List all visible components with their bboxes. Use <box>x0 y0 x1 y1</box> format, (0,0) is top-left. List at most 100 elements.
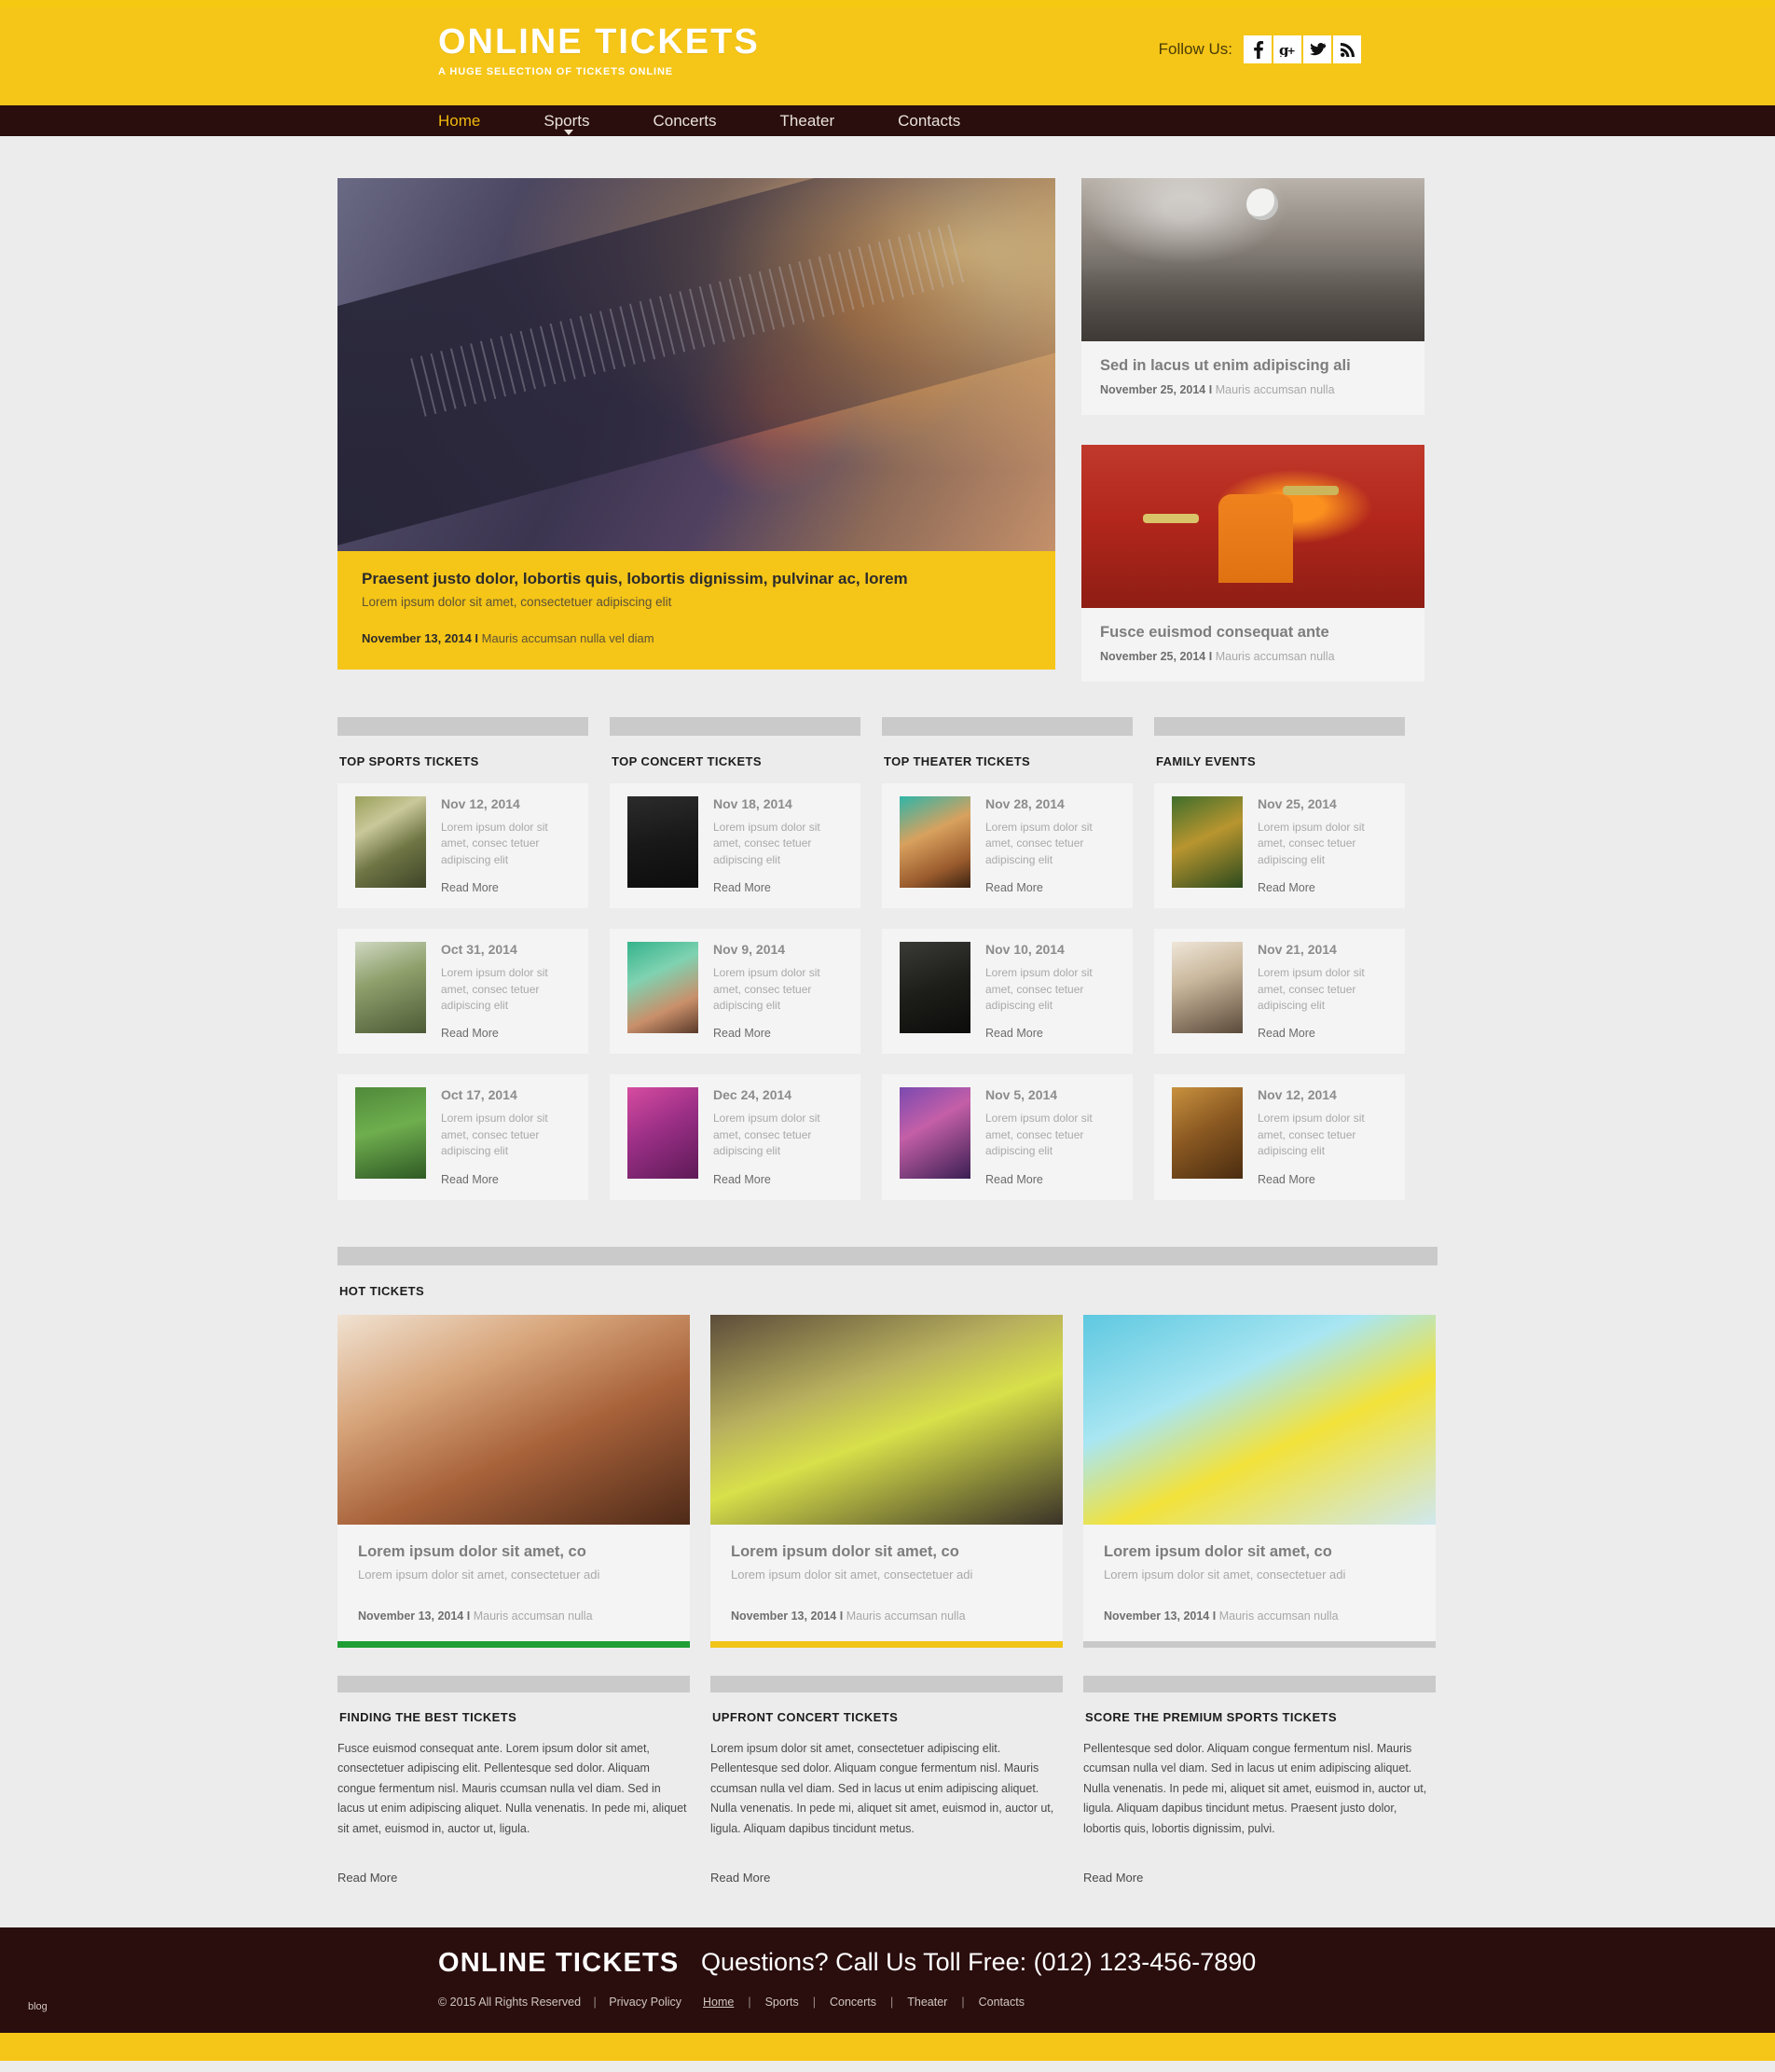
ticket-card[interactable]: Nov 18, 2014 Lorem ipsum dolor sit amet,… <box>610 783 860 909</box>
footer-nav-separator: | <box>812 1996 816 2010</box>
featured-title: Praesent justo dolor, lobortis quis, lob… <box>362 570 908 587</box>
beer-festival-thumb <box>1172 796 1243 888</box>
info-column-upfront-concert-tickets: UPFRONT CONCERT TICKETS Lorem ipsum dolo… <box>710 1675 1063 1885</box>
svg-text:+: + <box>1287 45 1295 57</box>
rss-icon[interactable] <box>1333 35 1361 63</box>
hot-ticket-card[interactable]: Lorem ipsum dolor sit amet, co Lorem ips… <box>710 1314 1063 1648</box>
read-more-link[interactable]: Read More <box>713 881 846 894</box>
masquerade-woman-image <box>337 1314 690 1525</box>
side-card-date: November 25, 2014 I <box>1100 650 1213 663</box>
section-divider-bar <box>710 1675 1063 1692</box>
hot-tickets-title: HOT TICKETS <box>339 1283 425 1298</box>
clown-thumb <box>1172 942 1243 1034</box>
ticket-description: Lorem ipsum dolor sit amet, consec tetue… <box>441 1112 548 1158</box>
twitter-icon[interactable] <box>1303 35 1331 63</box>
ticket-date: Nov 28, 2014 <box>985 796 1065 811</box>
ticket-card[interactable]: Nov 25, 2014 Lorem ipsum dolor sit amet,… <box>1154 783 1405 909</box>
ticket-card[interactable]: Nov 21, 2014 Lorem ipsum dolor sit amet,… <box>1154 929 1405 1055</box>
ticket-card[interactable]: Nov 10, 2014 Lorem ipsum dolor sit amet,… <box>882 929 1133 1055</box>
category-title: FAMILY EVENTS <box>1156 754 1257 768</box>
side-card-drummer[interactable]: Fusce euismod consequat ante November 25… <box>1081 445 1424 682</box>
footer-nav-home[interactable]: Home <box>703 1996 734 2009</box>
footer-nav-sports[interactable]: Sports <box>765 1996 799 2009</box>
footer-nav-concerts[interactable]: Concerts <box>830 1996 876 2009</box>
footer-copyright: © 2015 All Rights Reserved <box>438 1996 582 2010</box>
stage-performer-thumb <box>900 1087 970 1180</box>
ticket-card[interactable]: Nov 12, 2014 Lorem ipsum dolor sit amet,… <box>337 783 588 909</box>
ticket-categories-section: TOP SPORTS TICKETS Nov 12, 2014 Lorem ip… <box>337 717 1438 1221</box>
featured-guitar-image <box>337 178 1055 551</box>
side-card-soccer[interactable]: Sed in lacus ut enim adipiscing ali Nove… <box>1081 178 1424 415</box>
privacy-policy-link[interactable]: Privacy Policy <box>609 1996 681 2009</box>
ticket-description: Lorem ipsum dolor sit amet, consec tetue… <box>1258 966 1365 1012</box>
hot-card-accent-bar <box>337 1640 690 1648</box>
read-more-link[interactable]: Read More <box>1083 1871 1436 1885</box>
read-more-link[interactable]: Read More <box>985 1173 1119 1186</box>
footer-phone: Questions? Call Us Toll Free: (012) 123-… <box>701 1948 1257 1977</box>
follow-us-label: Follow Us: <box>1158 40 1232 58</box>
ticket-card[interactable]: Oct 17, 2014 Lorem ipsum dolor sit amet,… <box>337 1074 588 1200</box>
ticket-date: Nov 9, 2014 <box>713 942 786 958</box>
footer-brand[interactable]: ONLINE TICKETS <box>438 1948 679 1979</box>
read-more-link[interactable]: Read More <box>710 1871 1063 1885</box>
ticket-card[interactable]: Nov 28, 2014 Lorem ipsum dolor sit amet,… <box>882 783 1133 909</box>
singer-thumb <box>627 942 698 1034</box>
ticket-card[interactable]: Nov 5, 2014 Lorem ipsum dolor sit amet, … <box>882 1074 1133 1200</box>
hot-card-meta: November 13, 2014 I Mauris accumsan null… <box>1104 1609 1415 1623</box>
ticket-description: Lorem ipsum dolor sit amet, consec tetue… <box>713 821 820 866</box>
nav-item-concerts[interactable]: Concerts <box>654 112 749 131</box>
tennis-player-thumb <box>355 796 426 888</box>
ticket-date: Nov 10, 2014 <box>985 942 1065 958</box>
brand-subtitle: A HUGE SELECTION OF TICKETS ONLINE <box>438 65 674 77</box>
read-more-link[interactable]: Read More <box>713 1027 846 1040</box>
read-more-link[interactable]: Read More <box>441 881 574 894</box>
featured-article[interactable]: Praesent justo dolor, lobortis quis, lob… <box>337 178 1055 682</box>
read-more-link[interactable]: Read More <box>985 1027 1119 1040</box>
drummer-image <box>1081 445 1424 608</box>
hot-ticket-card[interactable]: Lorem ipsum dolor sit amet, co Lorem ips… <box>337 1314 690 1648</box>
ticket-date: Nov 12, 2014 <box>441 796 520 811</box>
nav-item-theater[interactable]: Theater <box>780 112 867 131</box>
footer-nav-theater[interactable]: Theater <box>907 1996 947 2009</box>
ticket-card[interactable]: Nov 12, 2014 Lorem ipsum dolor sit amet,… <box>1154 1074 1405 1200</box>
section-divider-bar <box>610 717 860 736</box>
nav-list: Home Sports Concerts Theater Contacts <box>438 105 1024 136</box>
read-more-link[interactable]: Read More <box>1258 1173 1391 1186</box>
tennis-serve-thumb <box>355 942 426 1034</box>
nav-item-contacts[interactable]: Contacts <box>898 112 992 131</box>
read-more-link[interactable]: Read More <box>713 1173 846 1186</box>
read-more-link[interactable]: Read More <box>337 1871 690 1885</box>
info-column-text: Lorem ipsum dolor sit amet, consectetuer… <box>710 1741 1054 1835</box>
ticket-description: Lorem ipsum dolor sit amet, consec tetue… <box>1258 821 1365 866</box>
section-divider-bar <box>337 1675 690 1692</box>
blog-link[interactable]: blog <box>28 2001 48 2012</box>
brand-title: ONLINE TICKETS <box>438 22 760 62</box>
hot-card-accent-bar <box>1083 1640 1436 1648</box>
ticket-date: Nov 5, 2014 <box>985 1087 1058 1103</box>
hot-card-meta: November 13, 2014 I Mauris accumsan null… <box>358 1609 669 1623</box>
read-more-link[interactable]: Read More <box>441 1173 574 1186</box>
hot-ticket-card[interactable]: Lorem ipsum dolor sit amet, co Lorem ips… <box>1083 1314 1436 1648</box>
microphone-thumb <box>627 1087 698 1180</box>
chevron-down-icon <box>564 129 574 135</box>
ticket-card[interactable]: Nov 9, 2014 Lorem ipsum dolor sit amet, … <box>610 929 860 1055</box>
google-plus-icon[interactable]: g + <box>1273 35 1301 63</box>
ticket-card[interactable]: Oct 31, 2014 Lorem ipsum dolor sit amet,… <box>337 929 588 1055</box>
footer-nav-separator: | <box>961 1996 965 2010</box>
info-column-score-premium-sports-tickets: SCORE THE PREMIUM SPORTS TICKETS Pellent… <box>1083 1675 1436 1885</box>
read-more-link[interactable]: Read More <box>1258 881 1391 894</box>
featured-side-column: Sed in lacus ut enim adipiscing ali Nove… <box>1081 178 1424 682</box>
category-title: TOP THEATER TICKETS <box>884 754 1031 768</box>
ticket-date: Nov 18, 2014 <box>713 796 792 811</box>
read-more-link[interactable]: Read More <box>1258 1027 1391 1040</box>
read-more-link[interactable]: Read More <box>985 881 1119 894</box>
nav-item-sports[interactable]: Sports <box>544 112 621 135</box>
site-logo[interactable]: ONLINE TICKETS A HUGE SELECTION OF TICKE… <box>438 22 760 77</box>
footer-nav-contacts[interactable]: Contacts <box>979 1996 1025 2009</box>
read-more-link[interactable]: Read More <box>441 1027 574 1040</box>
nav-item-home[interactable]: Home <box>438 112 512 131</box>
hot-card-title: Lorem ipsum dolor sit amet, co <box>1104 1542 1332 1560</box>
ticket-card[interactable]: Dec 24, 2014 Lorem ipsum dolor sit amet,… <box>610 1074 860 1200</box>
bottom-accent-strip <box>0 2033 1775 2062</box>
facebook-icon[interactable] <box>1244 35 1272 63</box>
